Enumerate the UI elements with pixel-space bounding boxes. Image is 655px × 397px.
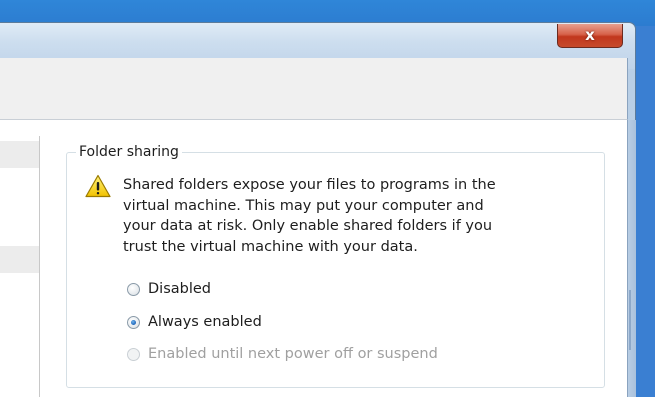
radio-label[interactable]: Disabled (148, 281, 211, 297)
window-header-area (0, 58, 628, 120)
settings-list-item[interactable] (0, 141, 39, 168)
warning-triangle-icon (85, 174, 111, 198)
warning-line: your data at risk. Only enable shared fo… (123, 218, 493, 234)
radio-button-disabled (127, 347, 140, 361)
warning-line: Shared folders expose your files to prog… (123, 177, 496, 193)
close-button[interactable]: x (557, 24, 623, 48)
window-right-border (628, 120, 636, 397)
radio-button-checked[interactable] (127, 315, 140, 329)
radio-label[interactable]: Always enabled (148, 314, 262, 330)
warning-line: virtual machine. This may put your compu… (123, 197, 484, 214)
radio-disabled[interactable]: Disabled (127, 279, 211, 299)
window-border-accent (629, 290, 631, 350)
radio-label: Enabled until next power off or suspend (148, 346, 438, 362)
radio-always-enabled[interactable]: Always enabled (127, 312, 262, 332)
warning-message: Shared folders expose your files to prog… (123, 175, 593, 257)
settings-list-item[interactable] (0, 246, 39, 273)
warning-line: trust the virtual machine with your data… (123, 238, 418, 255)
folder-sharing-legend: Folder sharing (76, 143, 182, 161)
radio-enabled-until-power-off: Enabled until next power off or suspend (127, 344, 438, 364)
settings-list-pane[interactable] (0, 136, 40, 397)
radio-button[interactable] (127, 282, 140, 296)
